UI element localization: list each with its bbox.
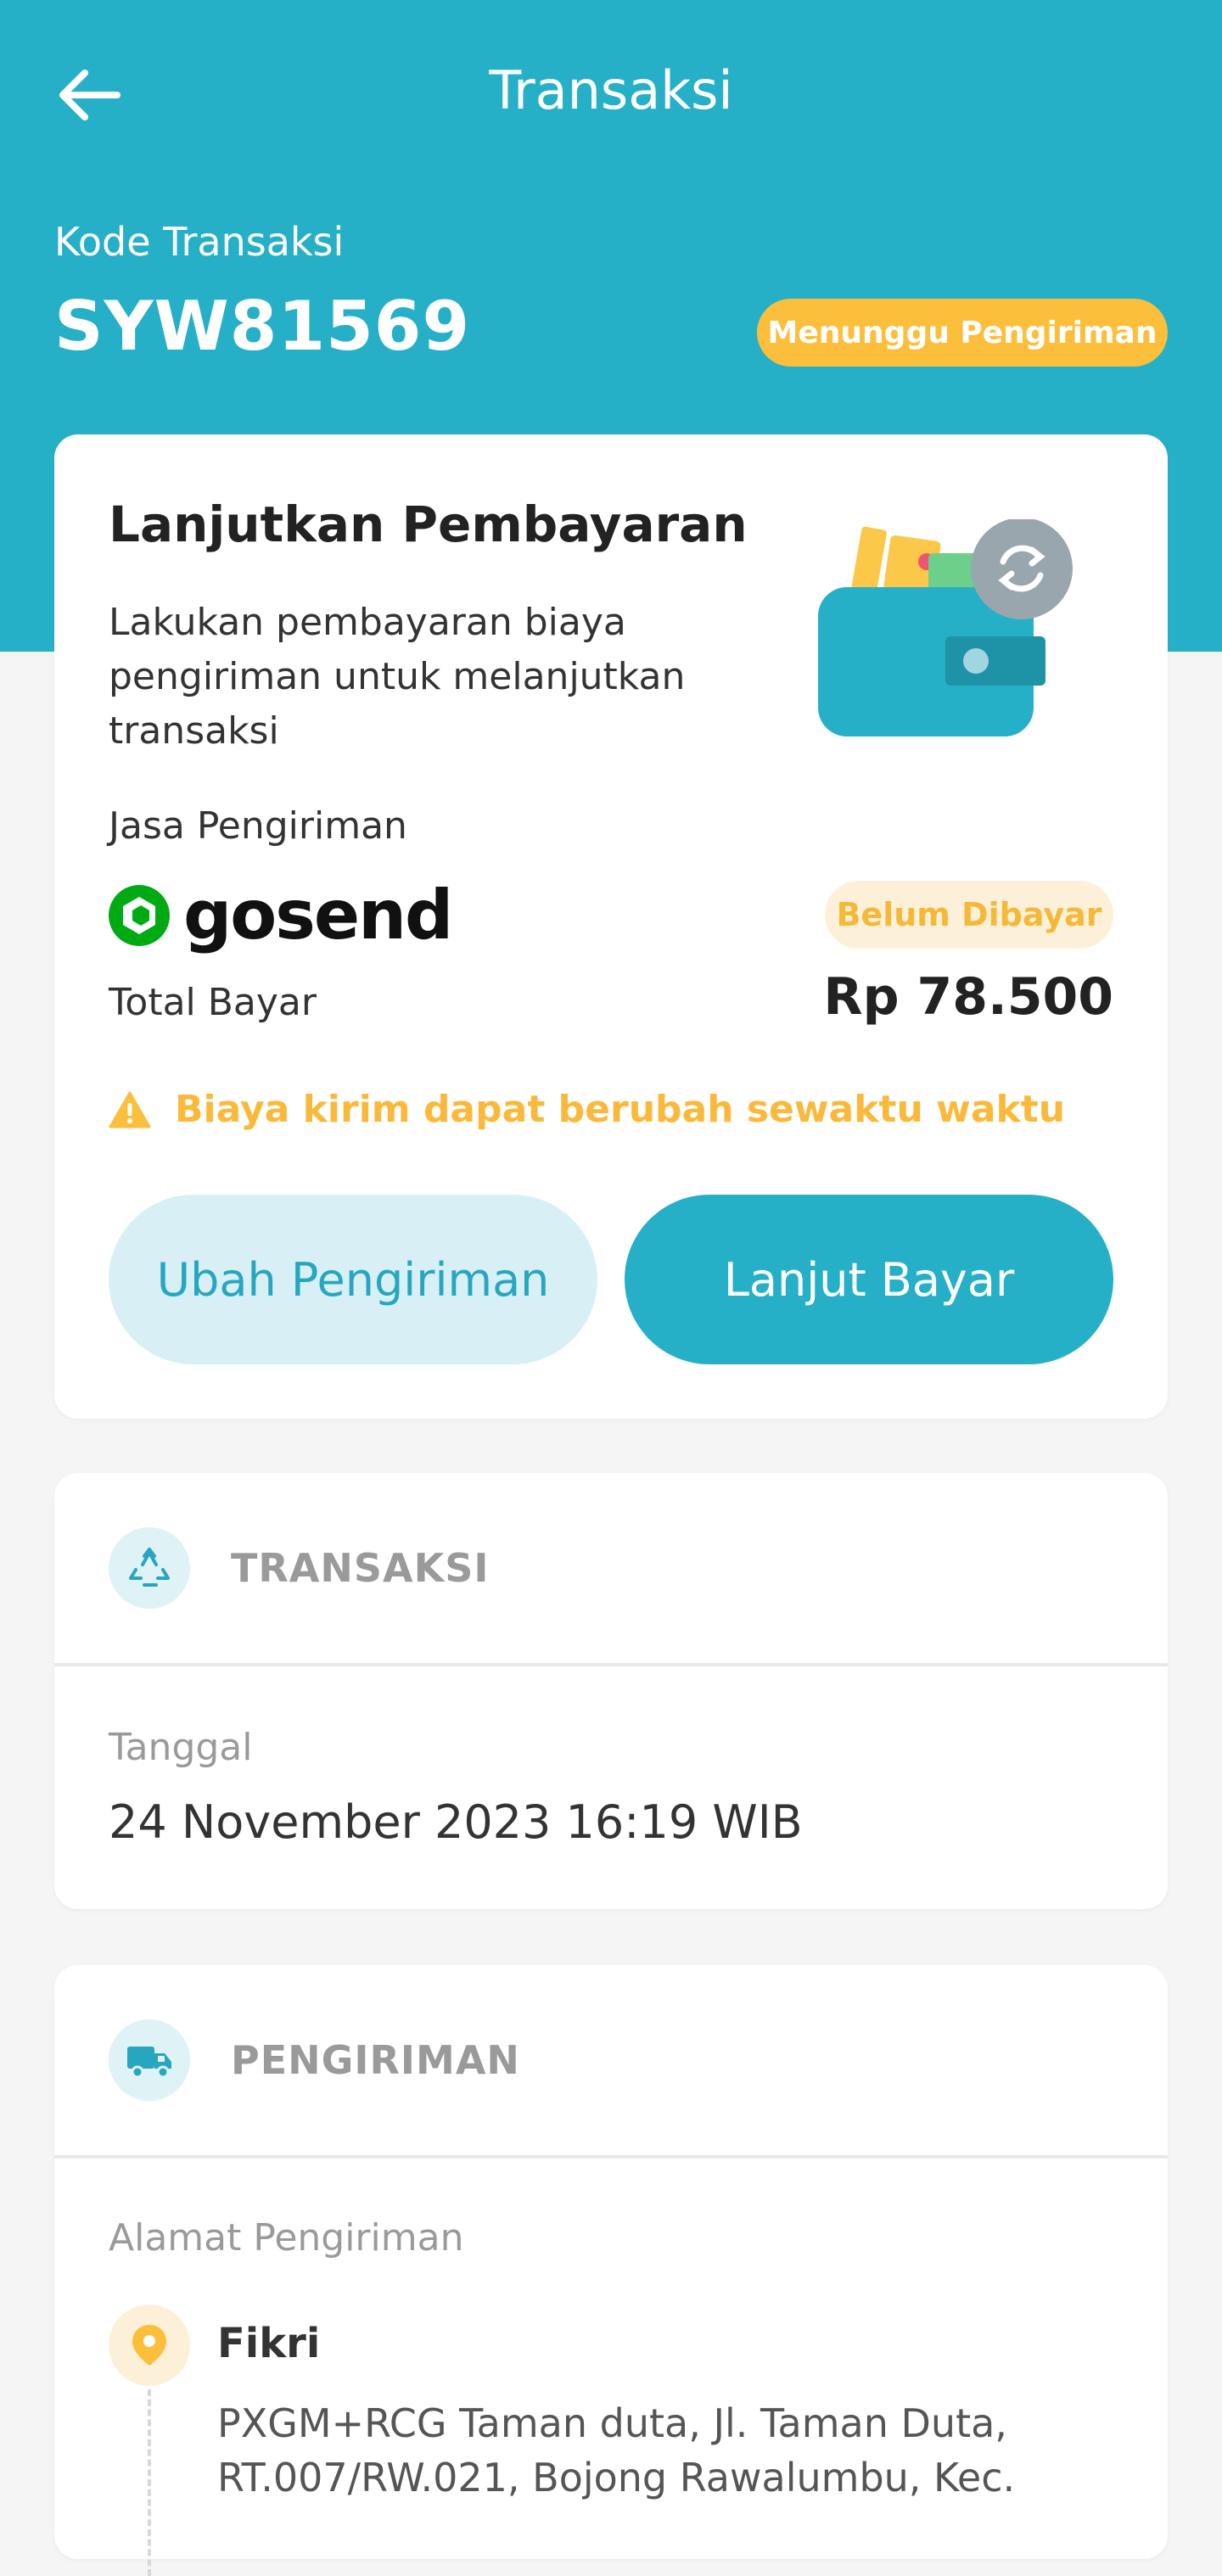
payment-card-description: Lakukan pembayaran biaya pengiriman untu… — [109, 601, 686, 753]
shipping-section-header: PENGIRIMAN — [109, 2019, 520, 2101]
gosend-logo-icon — [109, 884, 170, 946]
divider — [54, 1663, 1168, 1666]
recipient-address: PXGM+RCG Taman duta, Jl. Taman Duta, RT.… — [217, 2400, 1016, 2500]
payment-status-badge: Belum Dibayar — [825, 881, 1113, 949]
continue-payment-button[interactable]: Lanjut Bayar — [625, 1195, 1113, 1364]
shipping-card: PENGIRIMAN Alamat Pengiriman Fikri PXGM+… — [54, 1965, 1168, 2576]
wallet-illustration — [818, 519, 1073, 736]
divider — [54, 2155, 1168, 2159]
shipping-service-name: gosend — [183, 876, 453, 955]
transaction-code-label: Kode Transaksi — [54, 219, 345, 265]
shipping-section-title: PENGIRIMAN — [231, 2037, 520, 2083]
recipient-name: Fikri — [217, 2320, 321, 2367]
transaction-section-title: TRANSAKSI — [231, 1545, 490, 1591]
payment-card-title: Lanjutkan Pembayaran — [109, 496, 748, 553]
recycle-icon — [109, 1527, 190, 1609]
location-pin-icon — [109, 2304, 190, 2386]
transaction-code-value: SYW81569 — [54, 287, 471, 366]
warning-triangle-icon — [109, 1091, 151, 1128]
status-badge: Menunggu Pengiriman — [757, 299, 1168, 367]
transaction-card: TRANSAKSI Tanggal 24 November 2023 16:19… — [54, 1473, 1168, 1909]
total-label: Total Bayar — [109, 981, 317, 1024]
address-connector-line — [148, 2389, 151, 2576]
address-label: Alamat Pengiriman — [109, 2216, 464, 2260]
shipping-service-label: Jasa Pengiriman — [109, 804, 407, 848]
gosend-logo: gosend — [109, 876, 453, 955]
page-title: Transaksi — [489, 59, 733, 121]
payment-card: Lanjutkan Pembayaran Lakukan pembayaran … — [54, 434, 1168, 1419]
change-shipping-button[interactable]: Ubah Pengiriman — [109, 1195, 597, 1364]
warning-text: Biaya kirim dapat berubah sewaktu waktu — [175, 1088, 1066, 1131]
date-value: 24 November 2023 16:19 WIB — [109, 1795, 803, 1849]
truck-icon — [109, 2019, 190, 2101]
warning-row: Biaya kirim dapat berubah sewaktu waktu — [109, 1088, 1065, 1131]
total-value: Rp 78.500 — [823, 967, 1113, 1027]
date-label: Tanggal — [109, 1726, 253, 1769]
transaction-section-header: TRANSAKSI — [109, 1527, 490, 1609]
